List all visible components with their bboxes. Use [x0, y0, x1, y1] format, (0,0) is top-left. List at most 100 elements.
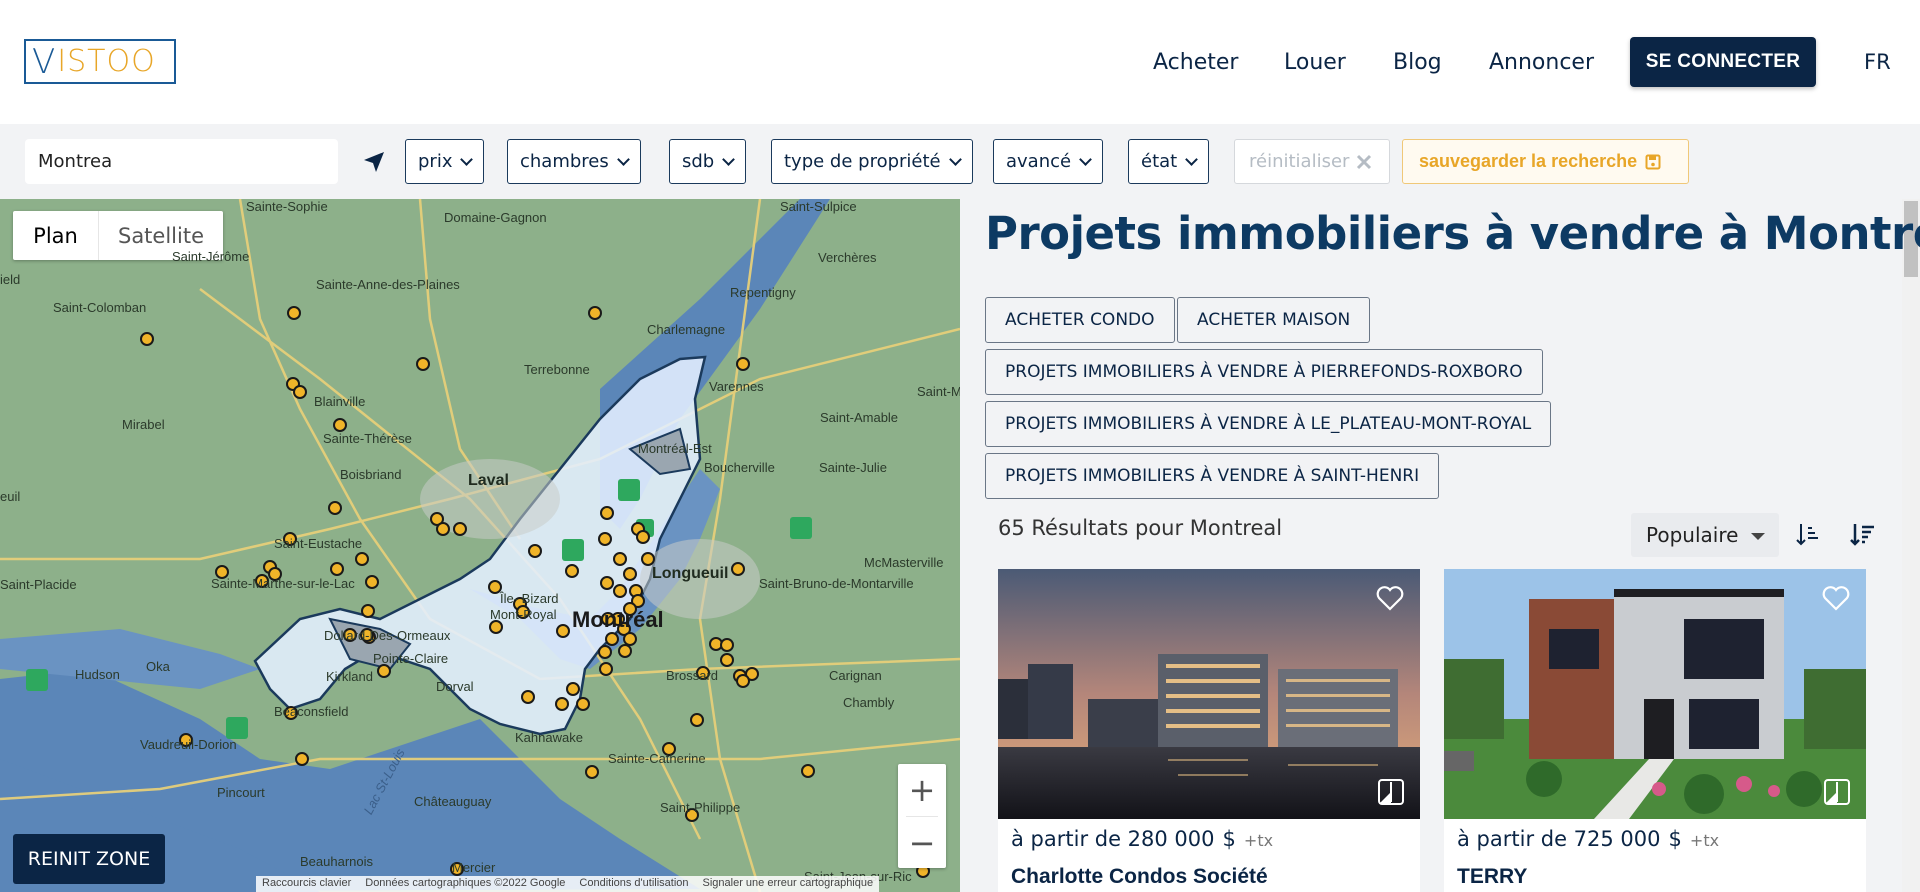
- map-label: Sainte-Anne-des-Plaines: [316, 277, 460, 292]
- map-label: Saint-Sulpice: [780, 199, 857, 214]
- nav-annoncer[interactable]: Annoncer: [1489, 0, 1594, 124]
- map-label: ield: [0, 272, 21, 287]
- results-count: 65 Résultats pour Montreal: [998, 516, 1283, 540]
- compare-icon[interactable]: [1378, 779, 1404, 805]
- map-label: Sainte-Catherine: [608, 751, 706, 766]
- property-image[interactable]: [1444, 569, 1866, 819]
- map-label: McMasterville: [864, 555, 944, 570]
- reset-filters-button[interactable]: réinitialiser: [1234, 139, 1390, 184]
- map-label: Saint-Bruno-de-Montarville: [759, 576, 914, 591]
- compare-icon[interactable]: [1824, 779, 1850, 805]
- search-input[interactable]: Montrea: [25, 139, 338, 184]
- map-label: Sainte-Julie: [819, 460, 887, 475]
- map-label: Dollard-Des-Ormeaux: [324, 628, 451, 643]
- vistoo-logo[interactable]: V ISTOO: [24, 39, 176, 84]
- map-label: Sainte-Sophie: [246, 199, 328, 214]
- report-error-link[interactable]: Signaler une erreur cartographique: [703, 877, 874, 891]
- map-label: Hudson: [75, 667, 120, 682]
- language-switch[interactable]: FR: [1864, 50, 1891, 74]
- map-label: Charlemagne: [647, 322, 726, 337]
- map-label: Saint-Colomban: [53, 300, 147, 315]
- favorite-heart-icon[interactable]: [1376, 585, 1404, 611]
- map-label: Beauharnois: [300, 854, 373, 869]
- site-header: V ISTOO Acheter Louer Blog Annoncer SE CO…: [0, 0, 1920, 124]
- map-label: Saint-Marc-s: [917, 384, 960, 399]
- map-label: Saint-Jérôme: [172, 249, 250, 264]
- chevron-down-icon: [1079, 152, 1092, 166]
- map-label: Pincourt: [217, 785, 265, 800]
- favorite-heart-icon[interactable]: [1822, 585, 1850, 611]
- property-card[interactable]: à partir de 725 000 $ +tx TERRY: [1444, 569, 1866, 892]
- sort-ascending-icon[interactable]: [1795, 520, 1823, 548]
- map-label: Saint-Amable: [820, 410, 899, 425]
- map-label: Beaconsfield: [274, 704, 349, 719]
- chevron-down-icon: [1185, 152, 1199, 166]
- map-label: Varennes: [709, 379, 764, 394]
- floppy-disk-icon: [1645, 154, 1661, 169]
- tag-acheter-condo[interactable]: ACHETER CONDO: [985, 297, 1175, 343]
- filter-prix[interactable]: prix: [405, 139, 485, 184]
- map-label: Île- Bizard: [500, 591, 559, 606]
- filter-sdb[interactable]: sdb: [669, 139, 747, 184]
- save-search-button[interactable]: sauvegarder la recherche: [1402, 139, 1689, 184]
- filter-property-type[interactable]: type de propriété: [771, 139, 973, 184]
- map-attribution: Raccourcis clavier Données cartographiqu…: [256, 876, 880, 892]
- keyboard-shortcuts-link[interactable]: Raccourcis clavier: [262, 877, 351, 891]
- map-label: Longueuil: [652, 565, 729, 582]
- map-label: Brossard: [666, 668, 719, 683]
- scrollbar[interactable]: [1902, 199, 1920, 892]
- map-label: Boucherville: [704, 460, 775, 475]
- map-label: Oka: [146, 659, 170, 674]
- reset-zone-button[interactable]: REINIT ZONE: [13, 834, 165, 884]
- map-label: Laval: [468, 472, 509, 489]
- nav-blog[interactable]: Blog: [1393, 0, 1442, 124]
- map-label: Blainville: [314, 394, 366, 409]
- filter-state[interactable]: état: [1128, 139, 1210, 184]
- tag-plateau-mont-royal[interactable]: PROJETS IMMOBILIERS À VENDRE À LE_PLATEA…: [985, 401, 1552, 447]
- zoom-control: + −: [898, 764, 946, 868]
- map-label: Montréal-Est: [638, 441, 712, 456]
- map-label: Vaudreuil-Dorion: [140, 737, 237, 752]
- nav-louer[interactable]: Louer: [1284, 0, 1346, 124]
- map-label: Pointe-Claire: [373, 651, 449, 666]
- tag-pierrefonds-roxboro[interactable]: PROJETS IMMOBILIERS À VENDRE À PIERREFON…: [985, 349, 1543, 395]
- property-name[interactable]: Charlotte Condos Société: [1011, 865, 1268, 889]
- chevron-down-icon: [948, 152, 962, 166]
- chevron-down-icon: [460, 152, 474, 166]
- map-label: Saint-Eustache: [274, 536, 363, 551]
- map-view[interactable]: Plan Satellite Sainte-Sophie Domaine-Gag…: [0, 199, 960, 892]
- location-arrow-icon[interactable]: [362, 150, 386, 174]
- sort-select[interactable]: Populaire: [1631, 513, 1779, 557]
- map-label: Montréal: [572, 607, 664, 632]
- chevron-down-icon: [616, 152, 630, 166]
- dropdown-arrow-icon: [1751, 533, 1765, 540]
- map-label: Châteauguay: [414, 794, 492, 809]
- property-card[interactable]: à partir de 280 000 $ +tx Charlotte Cond…: [998, 569, 1420, 892]
- filter-advanced[interactable]: avancé: [993, 139, 1104, 184]
- filter-chambres[interactable]: chambres: [507, 139, 641, 184]
- map-label: Kirkland: [326, 669, 373, 684]
- map-label: Repentigny: [730, 285, 796, 300]
- tag-saint-henri[interactable]: PROJETS IMMOBILIERS À VENDRE À SAINT-HEN…: [985, 453, 1440, 499]
- map-label: Saint-Philippe: [660, 800, 741, 815]
- property-price: à partir de 280 000 $ +tx: [1011, 827, 1274, 851]
- nav-acheter[interactable]: Acheter: [1153, 0, 1238, 124]
- property-name[interactable]: TERRY: [1457, 865, 1527, 889]
- tag-acheter-maison[interactable]: ACHETER MAISON: [1177, 297, 1371, 343]
- map-tab-plan[interactable]: Plan: [13, 211, 98, 260]
- map-label: Sainte-Thérèse: [323, 431, 412, 446]
- zoom-in-button[interactable]: +: [898, 764, 946, 816]
- chevron-down-icon: [722, 152, 736, 166]
- map-label: Boisbriand: [340, 467, 402, 482]
- map-label: Verchères: [818, 250, 877, 265]
- map-label: Saint-Placide: [0, 577, 77, 592]
- login-button[interactable]: SE CONNECTER: [1630, 37, 1816, 87]
- zoom-out-button[interactable]: −: [898, 817, 946, 869]
- map-label: Domaine-Gagnon: [444, 210, 547, 225]
- filter-bar: Montrea prix chambres sdb type de propri…: [0, 124, 1920, 199]
- property-image[interactable]: [998, 569, 1420, 819]
- map-label: Carignan: [829, 668, 882, 683]
- terms-link[interactable]: Conditions d'utilisation: [579, 877, 688, 891]
- sort-descending-icon[interactable]: [1849, 520, 1877, 548]
- map-label: Sainte-Marthe-sur-le-Lac: [211, 576, 355, 591]
